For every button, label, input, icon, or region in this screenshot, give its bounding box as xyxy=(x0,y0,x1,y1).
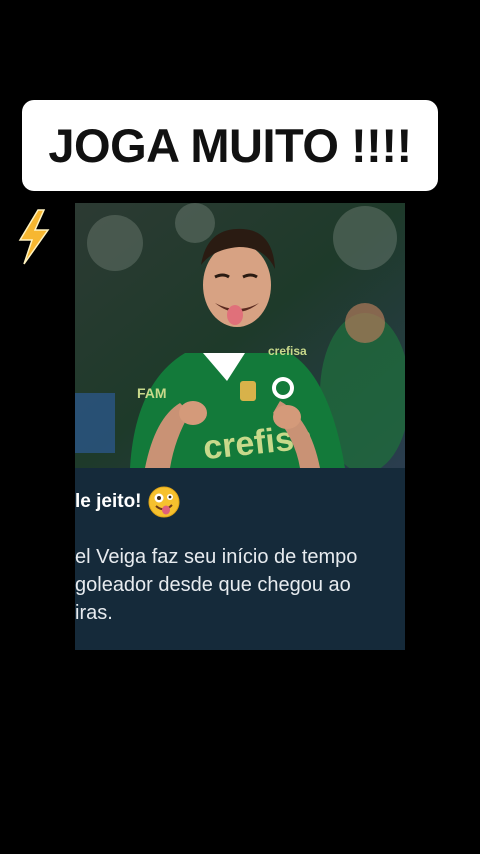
post-headline-text: le jeito! xyxy=(75,491,142,512)
post-body: el Veiga faz seu início de tempo goleado… xyxy=(75,543,405,627)
caption-box: JOGA MUITO !!!! xyxy=(22,100,438,191)
jersey-sleeve-text: crefisa xyxy=(268,344,307,358)
jersey-sleeve-brand: FAM xyxy=(137,385,167,401)
post-body-line: goleador desde que chegou ao xyxy=(75,574,351,596)
post-card[interactable]: crefisa FAM crefisa le jeito! el Veiga f… xyxy=(75,203,405,650)
post-body-line: el Veiga faz seu início de tempo xyxy=(75,546,358,568)
zany-face-icon xyxy=(148,486,180,518)
post-body-line: iras. xyxy=(75,602,113,624)
caption-text: JOGA MUITO !!!! xyxy=(48,119,412,172)
trophy-patch-icon xyxy=(240,381,256,401)
lightning-bolt-icon xyxy=(18,209,50,265)
post-headline: le jeito! xyxy=(75,484,405,520)
player-photo: crefisa FAM crefisa xyxy=(75,203,405,468)
